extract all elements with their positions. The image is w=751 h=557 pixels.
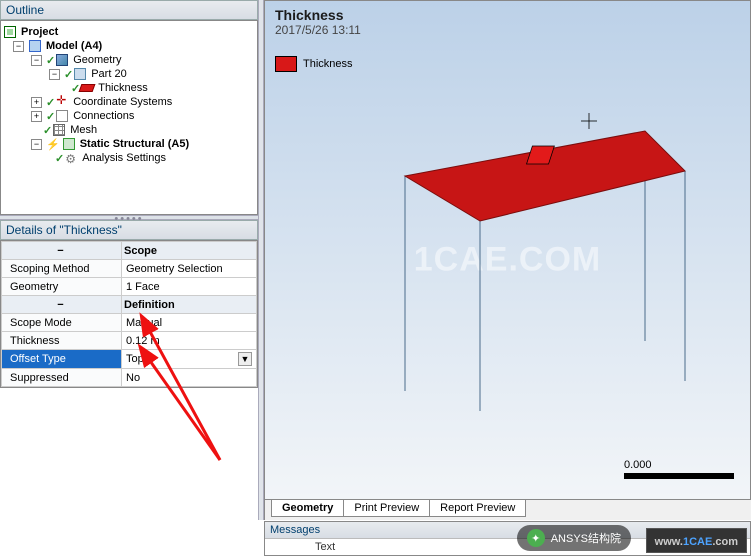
prop-value[interactable]: 1 Face xyxy=(122,278,257,296)
prop-key: Thickness xyxy=(2,332,122,350)
tree-mesh[interactable]: Mesh xyxy=(3,123,255,137)
tree-geometry[interactable]: − Geometry xyxy=(3,53,255,67)
geometry-icon xyxy=(56,54,68,66)
expander-icon[interactable]: − xyxy=(13,41,24,52)
wechat-badge: ✦ ANSYS结构院 xyxy=(517,525,631,551)
viewport-title: Thickness xyxy=(275,7,361,23)
expander-icon[interactable]: + xyxy=(31,97,42,108)
check-icon xyxy=(55,152,62,165)
details-panel: −Scope Scoping MethodGeometry Selection … xyxy=(0,240,258,388)
section-toggle[interactable]: − xyxy=(2,242,122,260)
expander-icon[interactable]: + xyxy=(31,111,42,122)
expander-icon[interactable]: − xyxy=(49,69,60,80)
outline-tree[interactable]: Project − Model (A4) − Geometry − Part 2… xyxy=(0,20,258,215)
viewport-timestamp: 2017/5/26 13:11 xyxy=(275,23,361,37)
check-icon xyxy=(71,82,78,95)
check-icon xyxy=(46,96,53,109)
outline-title: Outline xyxy=(0,0,258,20)
prop-value[interactable]: No xyxy=(122,369,257,387)
tab-geometry[interactable]: Geometry xyxy=(271,500,344,517)
prop-key: Scoping Method xyxy=(2,260,122,278)
prop-key: Geometry xyxy=(2,278,122,296)
expander-icon[interactable]: − xyxy=(31,139,42,150)
part-icon xyxy=(74,68,86,80)
expander-icon[interactable]: − xyxy=(31,55,42,66)
lightning-icon xyxy=(46,138,60,151)
prop-key: Suppressed xyxy=(2,369,122,387)
check-icon xyxy=(46,110,53,123)
connections-icon xyxy=(56,110,68,122)
model-shape xyxy=(345,61,695,411)
url-badge: www.1CAE.com xyxy=(646,528,747,553)
wechat-icon: ✦ xyxy=(527,529,545,547)
check-icon xyxy=(64,68,71,81)
viewport-3d[interactable]: Thickness 2017/5/26 13:11 Thickness 1CAE… xyxy=(264,0,751,500)
splitter[interactable] xyxy=(0,215,258,220)
tree-project[interactable]: Project xyxy=(3,25,255,39)
coord-icon xyxy=(56,96,68,108)
tree-coord[interactable]: + Coordinate Systems xyxy=(3,95,255,109)
tree-model[interactable]: − Model (A4) xyxy=(3,39,255,53)
prop-value-offset[interactable]: Top▼ xyxy=(122,350,257,369)
tree-analysis[interactable]: Analysis Settings xyxy=(3,151,255,165)
viewport-tabs: Geometry Print Preview Report Preview xyxy=(264,500,751,520)
thickness-icon xyxy=(79,84,96,92)
project-icon xyxy=(4,26,16,38)
model-icon xyxy=(29,40,41,52)
prop-key-offset: Offset Type xyxy=(2,350,122,369)
tree-thickness[interactable]: Thickness xyxy=(3,81,255,95)
tree-connections[interactable]: + Connections xyxy=(3,109,255,123)
prop-key: Scope Mode xyxy=(2,314,122,332)
mesh-icon xyxy=(53,124,65,136)
legend: Thickness xyxy=(275,56,353,72)
dropdown-arrow-icon[interactable]: ▼ xyxy=(238,352,252,366)
section-scope: Scope xyxy=(122,242,257,260)
tree-static[interactable]: − Static Structural (A5) xyxy=(3,137,255,151)
section-definition: Definition xyxy=(122,296,257,314)
check-icon xyxy=(46,54,53,67)
section-toggle[interactable]: − xyxy=(2,296,122,314)
scale-bar: 0.000 xyxy=(624,459,734,479)
analysis-icon xyxy=(65,152,77,164)
static-icon xyxy=(63,138,75,150)
legend-swatch xyxy=(275,56,297,72)
tab-report-preview[interactable]: Report Preview xyxy=(429,500,526,517)
prop-value[interactable]: Manual xyxy=(122,314,257,332)
check-icon xyxy=(43,124,50,137)
prop-value[interactable]: Geometry Selection xyxy=(122,260,257,278)
tree-part[interactable]: − Part 20 xyxy=(3,67,255,81)
tab-print-preview[interactable]: Print Preview xyxy=(343,500,430,517)
prop-value[interactable]: 0.12 m xyxy=(122,332,257,350)
